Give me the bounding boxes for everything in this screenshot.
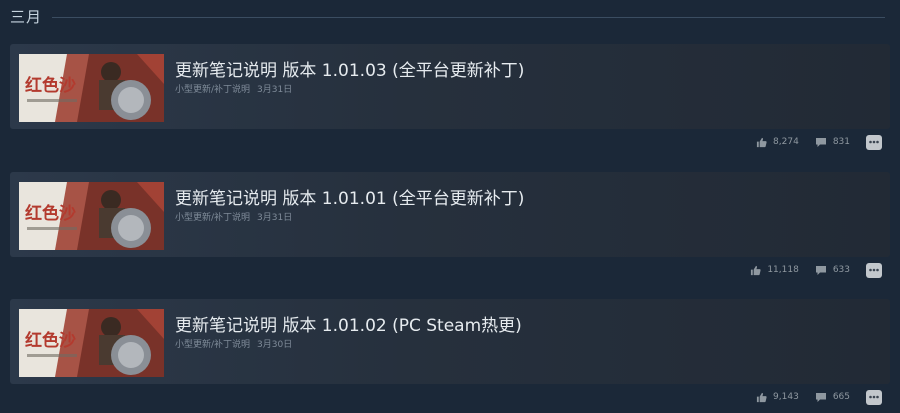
thumbs-up-icon: [756, 137, 767, 147]
event-meta: 小型更新/补丁说明 3月31日: [175, 210, 292, 223]
like-count[interactable]: 8,274: [756, 137, 799, 148]
event-meta: 小型更新/补丁说明 3月31日: [175, 82, 292, 95]
event-title[interactable]: 更新笔记说明 版本 1.01.01 (全平台更新补丁): [175, 184, 524, 209]
event-thumbnail[interactable]: 红色沙: [19, 309, 164, 377]
thumbnail-logo-text: 红色沙: [25, 203, 76, 224]
ellipsis-icon: [869, 395, 879, 399]
thumbs-up-icon: [751, 265, 761, 275]
event-date: 3月30日: [257, 340, 293, 350]
event-category: 小型更新/补丁说明: [175, 340, 251, 350]
month-section-header: 三月: [10, 5, 885, 27]
event-category: 小型更新/补丁说明: [175, 213, 251, 223]
comment-icon: [815, 265, 826, 275]
like-count-value: 8,274: [773, 137, 799, 147]
like-count[interactable]: 11,118: [750, 265, 799, 276]
event-stats: 9,143 665: [756, 389, 882, 405]
event-category: 小型更新/补丁说明: [175, 85, 251, 95]
comment-icon: [815, 392, 826, 402]
comment-count-value: 633: [832, 265, 850, 275]
ellipsis-icon: [869, 140, 879, 144]
comment-count[interactable]: 831: [815, 137, 850, 148]
month-divider: [52, 16, 885, 18]
event-meta: 小型更新/补丁说明 3月30日: [175, 337, 292, 350]
event-stats: 11,118 633: [750, 262, 882, 278]
event-thumbnail[interactable]: 红色沙: [19, 54, 164, 122]
event-thumbnail[interactable]: 红色沙: [19, 182, 164, 250]
like-count-value: 11,118: [767, 265, 799, 275]
like-count-value: 9,143: [773, 392, 799, 402]
event-title[interactable]: 更新笔记说明 版本 1.01.02 (PC Steam热更): [175, 311, 522, 336]
event-card[interactable]: 红色沙 更新笔记说明 版本 1.01.03 (全平台更新补丁) 小型更新/补丁说…: [10, 44, 890, 129]
ellipsis-icon: [869, 268, 879, 272]
more-options-button[interactable]: [866, 134, 882, 150]
thumbnail-logo-text: 红色沙: [25, 330, 76, 351]
event-date: 3月31日: [257, 85, 293, 95]
thumbs-up-icon: [756, 392, 767, 402]
comment-count-value: 665: [832, 392, 850, 402]
like-count[interactable]: 9,143: [756, 392, 799, 403]
thumbnail-logo-text: 红色沙: [25, 75, 76, 96]
month-title: 三月: [10, 7, 43, 26]
comment-count[interactable]: 633: [815, 265, 850, 276]
event-card[interactable]: 红色沙 更新笔记说明 版本 1.01.02 (PC Steam热更) 小型更新/…: [10, 299, 890, 384]
comment-count[interactable]: 665: [815, 392, 850, 403]
more-options-button[interactable]: [866, 262, 882, 278]
comment-icon: [815, 137, 826, 147]
event-card[interactable]: 红色沙 更新笔记说明 版本 1.01.01 (全平台更新补丁) 小型更新/补丁说…: [10, 172, 890, 257]
event-stats: 8,274 831: [756, 134, 882, 150]
event-date: 3月31日: [257, 213, 293, 223]
more-options-button[interactable]: [866, 389, 882, 405]
event-title[interactable]: 更新笔记说明 版本 1.01.03 (全平台更新补丁): [175, 56, 524, 81]
comment-count-value: 831: [832, 137, 850, 147]
news-page: 三月 红色沙 更新笔记说明 版本 1.01.03 (全平台更新补丁) 小型更新/…: [0, 0, 900, 413]
